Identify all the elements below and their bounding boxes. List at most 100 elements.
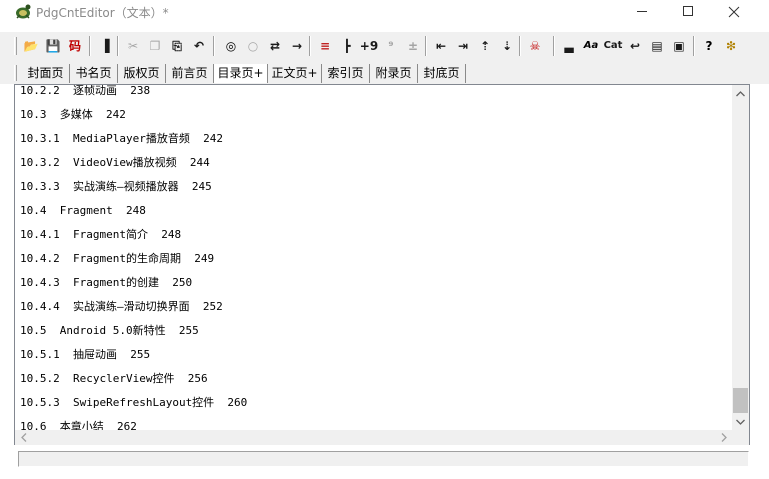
tab-5[interactable]: 目录页+	[214, 64, 268, 83]
maximize-button[interactable]	[665, 0, 711, 24]
replace-icon: ⇄	[269, 39, 281, 53]
help-icon: ?	[705, 39, 713, 53]
toolbar-separator	[553, 36, 555, 56]
open-folder-button[interactable]: 📂	[22, 37, 40, 55]
status-bar	[18, 451, 749, 467]
scroll-right-button[interactable]	[715, 430, 732, 445]
tab-7[interactable]: 索引页	[322, 64, 370, 83]
bookmark-icon: ▐	[100, 39, 110, 53]
chevron-left-icon	[20, 433, 26, 442]
toc-line[interactable]: 10.3 多媒体 242	[20, 106, 126, 124]
horizontal-scrollbar[interactable]	[15, 430, 732, 445]
scroll-up-button[interactable]	[732, 85, 749, 102]
minimize-icon	[637, 11, 647, 12]
add-number-icon: +9	[359, 39, 379, 53]
toc-line[interactable]: 10.5 Android 5.0新特性 255	[20, 322, 199, 340]
move-up-icon: ⇡	[479, 39, 491, 53]
tab-4[interactable]: 前言页	[166, 64, 214, 83]
pdf-button[interactable]: ☠	[526, 37, 544, 55]
toolbar-grip[interactable]	[14, 37, 17, 55]
window-frame-left	[0, 24, 7, 479]
undo-icon: ↶	[193, 39, 205, 53]
find-next-icon: ○	[247, 39, 259, 53]
toolbar-separator	[425, 36, 427, 56]
replace-button[interactable]: ⇄	[266, 37, 284, 55]
tabbar-grip[interactable]	[14, 65, 17, 81]
font-icon: Aa	[583, 40, 599, 51]
tab-1[interactable]: 封面页	[22, 64, 70, 83]
toc-line[interactable]: 10.6 本章小结 262	[20, 418, 137, 430]
undo-button[interactable]: ↶	[190, 37, 208, 55]
level-down-button[interactable]: ⇥	[454, 37, 472, 55]
toolbar-separator	[519, 36, 521, 56]
scrollbar-corner	[732, 430, 749, 445]
remove-number-button[interactable]: ⁹	[382, 37, 400, 55]
toc-line[interactable]: 10.3.1 MediaPlayer播放音频 242	[20, 130, 223, 148]
toc-line[interactable]: 10.4.4 实战演练—滑动切换界面 252	[20, 298, 223, 316]
tab-9[interactable]: 封底页	[418, 64, 466, 83]
minimize-button[interactable]	[619, 0, 665, 24]
find-next-button[interactable]: ○	[244, 37, 262, 55]
save-icon: 💾	[45, 39, 61, 53]
title-bar: PdgCntEditor（文本）*	[0, 0, 769, 24]
vertical-scroll-thumb[interactable]	[733, 388, 748, 413]
plus-minus-button[interactable]: ±	[404, 37, 422, 55]
toc-line[interactable]: 10.5.1 抽屉动画 255	[20, 346, 150, 364]
preview-button[interactable]: ▣	[670, 37, 688, 55]
toolbar-separator	[213, 36, 215, 56]
align-button[interactable]: ≡	[316, 37, 334, 55]
add-number-button[interactable]: +9	[360, 37, 378, 55]
level-up-icon: ⇤	[435, 39, 447, 53]
toc-line[interactable]: 10.4 Fragment 248	[20, 202, 146, 220]
find-button[interactable]: ◎	[222, 37, 240, 55]
merge-button[interactable]: ▃	[560, 37, 578, 55]
toc-line[interactable]: 10.3.3 实战演练—视频播放器 245	[20, 178, 212, 196]
copy-button[interactable]: ❐	[146, 37, 164, 55]
tab-3[interactable]: 版权页	[118, 64, 166, 83]
toolbar-separator	[117, 36, 119, 56]
cut-button[interactable]: ✂	[124, 37, 142, 55]
text-editor[interactable]: 10.2.2 逐帧动画 238 10.3 多媒体 242 10.3.1 MediaP…	[14, 84, 750, 445]
chevron-up-icon	[736, 90, 745, 96]
tab-2[interactable]: 书名页	[70, 64, 118, 83]
find-icon: ◎	[225, 39, 237, 53]
toc-line[interactable]: 10.3.2 VideoView播放视频 244	[20, 154, 210, 172]
about-icon: ❇	[725, 39, 737, 53]
about-button[interactable]: ❇	[722, 37, 740, 55]
tab-6[interactable]: 正文页+	[268, 64, 322, 83]
scroll-left-button[interactable]	[15, 430, 32, 445]
font-button[interactable]: Aa	[582, 37, 600, 55]
encoding-button[interactable]: 码	[66, 37, 84, 55]
scroll-down-button[interactable]	[732, 413, 749, 430]
level-up-button[interactable]: ⇤	[432, 37, 450, 55]
catalog-button[interactable]: Cat	[603, 37, 623, 55]
pdf-icon: ☠	[529, 39, 541, 53]
window-title: PdgCntEditor（文本）*	[36, 6, 169, 20]
vertical-scrollbar[interactable]	[732, 85, 749, 430]
toc-line[interactable]: 10.4.1 Fragment简介 248	[20, 226, 181, 244]
bookmark-button[interactable]: ▐	[96, 37, 114, 55]
maximize-icon	[683, 6, 693, 16]
chevron-down-icon	[736, 419, 745, 425]
save-button[interactable]: 💾	[44, 37, 62, 55]
help-button[interactable]: ?	[700, 37, 718, 55]
goto-button[interactable]: →	[288, 37, 306, 55]
paste-icon: ⎘	[172, 39, 182, 53]
move-up-button[interactable]: ⇡	[476, 37, 494, 55]
toc-line[interactable]: 10.4.2 Fragment的生命周期 249	[20, 250, 214, 268]
toolbar-separator	[309, 36, 311, 56]
toc-line[interactable]: 10.5.3 SwipeRefreshLayout控件 260	[20, 394, 247, 412]
toc-line[interactable]: 10.5.2 RecyclerView控件 256	[20, 370, 208, 388]
insert-button[interactable]: ↩	[626, 37, 644, 55]
move-down-button[interactable]: ⇣	[498, 37, 516, 55]
indent-button[interactable]: ┣	[338, 37, 356, 55]
editor-lines[interactable]: 10.2.2 逐帧动画 238 10.3 多媒体 242 10.3.1 MediaP…	[20, 85, 732, 430]
tab-8[interactable]: 附录页	[370, 64, 418, 83]
paste-button[interactable]: ⎘	[168, 37, 186, 55]
close-button[interactable]	[711, 0, 757, 24]
toc-line[interactable]: 10.2.2 逐帧动画 238	[20, 85, 150, 100]
toolbar: 📂 💾 码 ▐ ✂ ❐ ⎘ ↶ ◎ ○ ⇄ → ≡ ┣ +9 ⁹ ± ⇤ ⇥ ⇡ ⇣ ☠ ▃ Aa Cat ↩ ▤ ▣? ❇	[0, 32, 769, 62]
window-button[interactable]: ▤	[648, 37, 666, 55]
catalog-label: Cat	[603, 40, 623, 51]
toc-line[interactable]: 10.4.3 Fragment的创建 250	[20, 274, 192, 292]
